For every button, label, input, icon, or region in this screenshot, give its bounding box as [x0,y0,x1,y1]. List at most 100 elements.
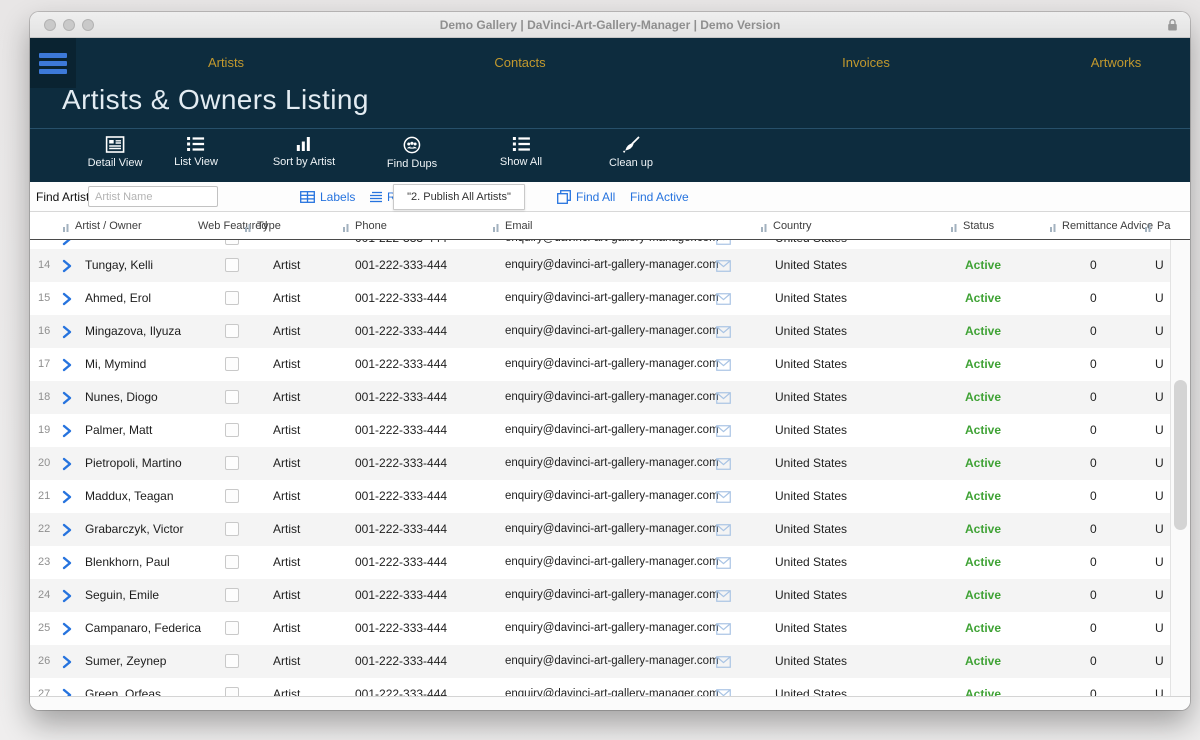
send-email-icon[interactable] [716,425,731,440]
find-dups-button[interactable]: Find Dups [387,136,437,170]
row-detail-chevron-icon[interactable] [62,589,72,606]
table-row[interactable]: 20 Pietropoli, Martino Artist 001-222-33… [30,447,1190,480]
web-featured-checkbox[interactable] [225,240,239,245]
row-detail-chevron-icon[interactable] [62,240,72,249]
artist-owner-name[interactable]: Seguin, Emile [85,579,159,612]
send-email-icon[interactable] [716,326,731,341]
web-featured-checkbox[interactable] [225,555,239,569]
table-row[interactable]: 14 Tungay, Kelli Artist 001-222-333-444 … [30,249,1190,282]
detail-view-button[interactable]: Detail View [88,136,143,169]
web-featured-checkbox[interactable] [225,456,239,470]
artist-owner-name[interactable]: Mi, Mymind [85,348,146,381]
send-email-icon[interactable] [716,524,731,539]
table-row[interactable]: 001-222-333-444 enquiry@davinci-art-gall… [30,240,1190,249]
web-featured-checkbox[interactable] [225,621,239,635]
row-detail-chevron-icon[interactable] [62,391,72,408]
send-email-icon[interactable] [716,392,731,407]
artist-owner-name[interactable]: Nunes, Diogo [85,381,158,414]
column-header-status[interactable]: Status [963,212,994,240]
nav-tab-artworks[interactable]: Artworks [1091,38,1142,88]
artist-owner-name[interactable]: Campanaro, Federica [85,612,201,645]
send-email-icon[interactable] [716,656,731,671]
table-row[interactable]: 23 Blenkhorn, Paul Artist 001-222-333-44… [30,546,1190,579]
list-view-button[interactable]: List View [174,136,218,168]
send-email-icon[interactable] [716,359,731,374]
row-detail-chevron-icon[interactable] [62,655,72,672]
row-detail-chevron-icon[interactable] [62,292,72,309]
column-header-country[interactable]: Country [773,212,812,240]
row-detail-chevron-icon[interactable] [62,325,72,342]
labels-button[interactable]: Labels [300,182,355,212]
find-active-button[interactable]: Find Active [630,182,689,212]
table-row[interactable]: 26 Sumer, Zeynep Artist 001-222-333-444 … [30,645,1190,678]
row-detail-chevron-icon[interactable] [62,556,72,573]
web-featured-checkbox[interactable] [225,588,239,602]
web-featured-checkbox[interactable] [225,489,239,503]
send-email-icon[interactable] [716,240,731,248]
show-all-button[interactable]: Show All [500,136,542,168]
row-detail-chevron-icon[interactable] [62,688,72,696]
send-email-icon[interactable] [716,623,731,638]
table-row[interactable]: 27 Green, Orfeas Artist 001-222-333-444 … [30,678,1190,696]
column-header-artist-owner[interactable]: Artist / Owner [75,212,142,240]
web-featured-checkbox[interactable] [225,324,239,338]
row-detail-chevron-icon[interactable] [62,259,72,276]
artist-owner-name[interactable]: Maddux, Teagan [85,480,174,513]
sort-by-artist-button[interactable]: Sort by Artist [273,136,335,168]
table-row[interactable]: 17 Mi, Mymind Artist 001-222-333-444 enq… [30,348,1190,381]
nav-tab-invoices[interactable]: Invoices [842,38,890,88]
artist-owner-name[interactable]: Pietropoli, Martino [85,447,182,480]
web-featured-checkbox[interactable] [225,654,239,668]
artist-name-input[interactable] [88,186,218,207]
table-row[interactable]: 24 Seguin, Emile Artist 001-222-333-444 … [30,579,1190,612]
column-header-pa-truncated[interactable]: Pa [1157,212,1170,240]
web-featured-checkbox[interactable] [225,291,239,305]
row-detail-chevron-icon[interactable] [62,490,72,507]
artist-owner-name[interactable]: Blenkhorn, Paul [85,546,170,579]
table-row[interactable]: 21 Maddux, Teagan Artist 001-222-333-444… [30,480,1190,513]
artist-owner-name[interactable]: Palmer, Matt [85,414,152,447]
web-featured-checkbox[interactable] [225,357,239,371]
send-email-icon[interactable] [716,260,731,275]
table-row[interactable]: 18 Nunes, Diogo Artist 001-222-333-444 e… [30,381,1190,414]
clean-up-button[interactable]: Clean up [609,136,653,169]
table-row[interactable]: 15 Ahmed, Erol Artist 001-222-333-444 en… [30,282,1190,315]
artist-owner-name[interactable]: Ahmed, Erol [85,282,151,315]
artist-owner-name[interactable]: Grabarczyk, Victor [85,513,183,546]
send-email-icon[interactable] [716,590,731,605]
table-row[interactable]: 16 Mingazova, Ilyuza Artist 001-222-333-… [30,315,1190,348]
web-featured-checkbox[interactable] [225,423,239,437]
find-all-button[interactable]: Find All [557,182,615,212]
artist-owner-name[interactable]: Green, Orfeas [85,678,161,696]
send-email-icon[interactable] [716,557,731,572]
web-featured-checkbox[interactable] [225,687,239,696]
nav-tab-contacts[interactable]: Contacts [494,38,545,88]
table-row[interactable]: 22 Grabarczyk, Victor Artist 001-222-333… [30,513,1190,546]
send-email-icon[interactable] [716,689,731,696]
artist-owner-name[interactable]: Tungay, Kelli [85,249,153,282]
send-email-icon[interactable] [716,293,731,308]
column-header-phone[interactable]: Phone [355,212,387,240]
row-detail-chevron-icon[interactable] [62,457,72,474]
hamburger-menu-icon[interactable] [30,38,76,88]
send-email-icon[interactable] [716,458,731,473]
send-email-icon[interactable] [716,491,731,506]
row-detail-chevron-icon[interactable] [62,523,72,540]
column-header-remittance-advice[interactable]: Remittance Advice [1062,212,1153,240]
row-detail-chevron-icon[interactable] [62,424,72,441]
web-featured-checkbox[interactable] [225,522,239,536]
artist-owner-name[interactable]: Sumer, Zeynep [85,645,166,678]
artist-owner-name[interactable]: Mingazova, Ilyuza [85,315,181,348]
table-row[interactable]: 19 Palmer, Matt Artist 001-222-333-444 e… [30,414,1190,447]
column-header-email[interactable]: Email [505,212,533,240]
row-detail-chevron-icon[interactable] [62,358,72,375]
scrollbar-thumb[interactable] [1174,380,1187,530]
table-row[interactable]: 25 Campanaro, Federica Artist 001-222-33… [30,612,1190,645]
row-detail-chevron-icon[interactable] [62,622,72,639]
nav-tab-artists[interactable]: Artists [208,38,244,88]
web-featured-checkbox[interactable] [225,258,239,272]
vertical-scrollbar[interactable] [1170,240,1190,696]
web-featured-checkbox[interactable] [225,390,239,404]
publish-all-artists-dropdown[interactable]: "2. Publish All Artists" [393,184,525,210]
column-header-type[interactable]: Type [257,212,281,240]
